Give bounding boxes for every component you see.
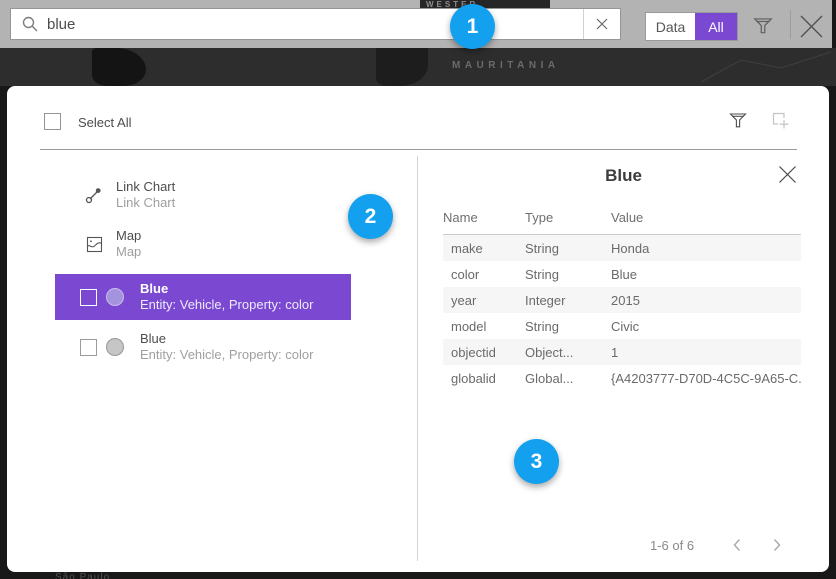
entity-circle-icon (106, 288, 124, 306)
result-subtitle: Entity: Vehicle, Property: color (140, 347, 313, 363)
result-title: Map (116, 228, 141, 244)
toggle-all-option[interactable]: All (695, 13, 737, 40)
close-icon (778, 165, 797, 184)
entity-circle-icon (106, 338, 124, 356)
table-row: globalid Global... {A4203777-D70D-4C5C-9… (443, 365, 801, 391)
cell-value: Blue (611, 267, 801, 282)
pagination-next-button[interactable] (772, 538, 782, 557)
map-background: MAURITANIA (0, 48, 836, 86)
toolbar-filter-button[interactable] (752, 14, 774, 41)
result-checkbox[interactable] (80, 289, 97, 306)
filter-icon (728, 110, 748, 130)
select-all-label: Select All (78, 115, 131, 130)
callout-badge-3: 3 (514, 439, 559, 484)
map-label-mauritania: MAURITANIA (452, 60, 560, 71)
map-label-bottom: São Paulo (55, 572, 110, 579)
select-all-checkbox[interactable] (44, 113, 61, 130)
add-to-map-icon (770, 110, 791, 131)
callout-badge-2: 2 (348, 194, 393, 239)
cell-type: String (525, 267, 611, 282)
map-icon (85, 236, 103, 253)
column-header-type: Type (525, 210, 611, 225)
detail-pane: Blue Name Type Value make String Honda c… (418, 150, 829, 572)
clear-icon (596, 18, 608, 30)
result-title: Blue (140, 331, 313, 347)
filter-icon (752, 14, 774, 36)
cell-type: String (525, 241, 611, 256)
result-subtitle: Map (116, 244, 141, 260)
cell-name: make (443, 241, 525, 256)
screen: MAURITANIA São Paulo Data All WESTER (0, 0, 836, 579)
cell-value: Civic (611, 319, 801, 334)
search-input[interactable] (47, 9, 583, 39)
pagination-prev-button[interactable] (732, 538, 742, 557)
cell-value: {A4203777-D70D-4C5C-9A65-C... (611, 371, 801, 386)
column-header-value: Value (611, 210, 801, 225)
map-border-lines (696, 48, 836, 86)
cell-value: 2015 (611, 293, 801, 308)
map-landmass-shape (92, 48, 146, 86)
table-row: model String Civic (443, 313, 801, 339)
toggle-data-option[interactable]: Data (646, 13, 695, 40)
search-toolbar: Data All WESTER (0, 0, 832, 48)
map-landmass-shape (376, 48, 428, 86)
cell-value: 1 (611, 345, 801, 360)
chevron-right-icon (772, 538, 782, 552)
toolbar-divider (790, 10, 791, 39)
cell-name: year (443, 293, 525, 308)
table-row: color String Blue (443, 261, 801, 287)
result-title: Blue (140, 281, 313, 297)
result-subtitle: Entity: Vehicle, Property: color (140, 297, 313, 313)
table-row: make String Honda (443, 235, 801, 261)
result-checkbox[interactable] (80, 339, 97, 356)
chevron-left-icon (732, 538, 742, 552)
callout-badge-1: 1 (450, 4, 495, 49)
clear-search-button[interactable] (583, 9, 620, 39)
cell-type: String (525, 319, 611, 334)
close-icon (799, 14, 824, 39)
cell-name: globalid (443, 371, 525, 386)
cell-type: Integer (525, 293, 611, 308)
table-row: objectid Object... 1 (443, 339, 801, 365)
scope-toggle: Data All (645, 12, 738, 41)
detail-title: Blue (418, 166, 829, 186)
cell-type: Object... (525, 345, 611, 360)
panel-filter-button[interactable] (728, 110, 748, 135)
add-to-map-button[interactable] (770, 110, 791, 136)
result-item-blue-selected[interactable]: Blue Entity: Vehicle, Property: color (55, 274, 351, 320)
cell-type: Global... (525, 371, 611, 386)
search-box (10, 8, 621, 40)
result-item-blue[interactable]: Blue Entity: Vehicle, Property: color (55, 324, 351, 370)
toolbar-close-button[interactable] (799, 14, 824, 44)
result-item-link-chart[interactable]: Link Chart Link Chart (85, 179, 175, 211)
cell-name: color (443, 267, 525, 282)
attribute-table: Name Type Value make String Honda color … (443, 210, 801, 391)
cell-value: Honda (611, 241, 801, 256)
search-results-panel: Select All Link Chart Link Chart Map (7, 86, 829, 572)
cell-name: objectid (443, 345, 525, 360)
table-row: year Integer 2015 (443, 287, 801, 313)
pagination-label: 1-6 of 6 (650, 538, 694, 553)
link-chart-icon (85, 186, 103, 204)
detail-close-button[interactable] (778, 165, 797, 189)
result-title: Link Chart (116, 179, 175, 195)
search-icon (22, 16, 38, 32)
cell-name: model (443, 319, 525, 334)
column-header-name: Name (443, 210, 525, 225)
attribute-table-header: Name Type Value (443, 210, 801, 235)
result-subtitle: Link Chart (116, 195, 175, 211)
result-item-map[interactable]: Map Map (85, 228, 141, 260)
